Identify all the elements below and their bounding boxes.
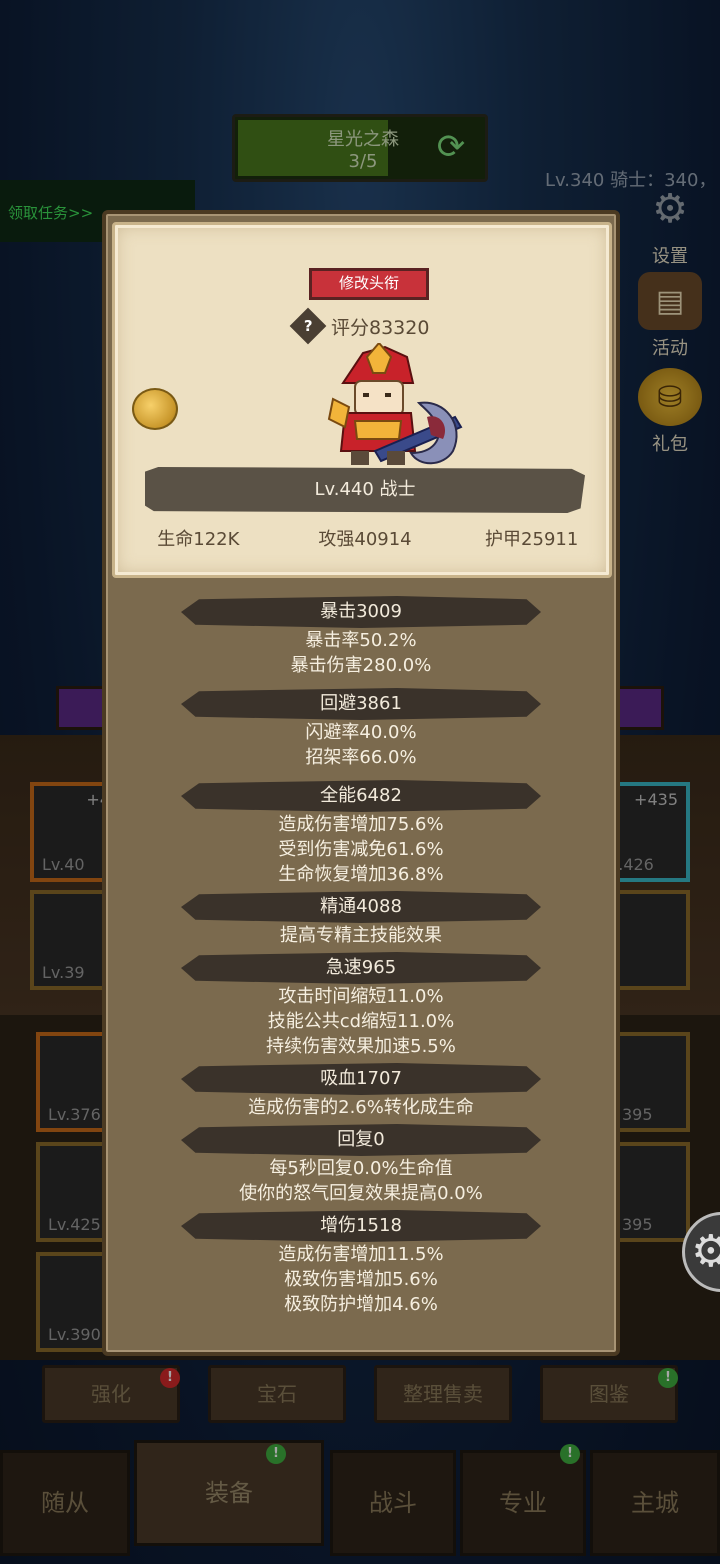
score-row: ? 评分83320 bbox=[289, 307, 430, 345]
score-text: 评分83320 bbox=[331, 316, 430, 339]
attr-dodge-header: 回避3861 bbox=[181, 688, 541, 720]
warrior-avatar bbox=[327, 343, 463, 465]
core-stats-row: 生命122K 攻强40914 护甲25911 bbox=[115, 525, 615, 551]
attr-line: 技能公共cd缩短11.0% bbox=[267, 1011, 455, 1032]
attr-mastery-header: 精通4088 bbox=[181, 891, 541, 923]
character-card: 修改头衔 ? 评分83320 Lv.440 战士 生命122K 攻强40914 … bbox=[112, 222, 612, 578]
attr-line: 生命恢复增加36.8% bbox=[278, 864, 444, 885]
gold-coin-icon bbox=[132, 388, 178, 430]
attr-line: 极致伤害增加5.6% bbox=[284, 1269, 438, 1290]
attr-line: 造成伤害增加11.5% bbox=[278, 1244, 444, 1265]
attr-line: 受到伤害减免61.6% bbox=[278, 839, 444, 860]
attr-versatility-header: 全能6482 bbox=[181, 780, 541, 812]
attr-line: 提高专精主技能效果 bbox=[280, 925, 442, 946]
attr-line: 造成伤害增加75.6% bbox=[278, 814, 444, 835]
help-icon[interactable]: ? bbox=[289, 307, 327, 345]
attr-line: 暴击率50.2% bbox=[305, 630, 417, 651]
attack-stat: 攻强40914 bbox=[318, 529, 412, 550]
attr-line: 招架率66.0% bbox=[305, 747, 417, 768]
character-stats-panel: 修改头衔 ? 评分83320 Lv.440 战士 生命122K 攻强40914 … bbox=[102, 210, 620, 1356]
hp-stat: 生命122K bbox=[157, 529, 240, 550]
help-glyph: ? bbox=[303, 316, 313, 335]
edit-title-button[interactable]: 修改头衔 bbox=[309, 268, 429, 300]
attribute-list: 暴击3009 暴击率50.2% 暴击伤害280.0% 回避3861 闪避率40.… bbox=[106, 596, 616, 1317]
attr-lifesteal-header: 吸血1707 bbox=[181, 1063, 541, 1095]
attr-line: 攻击时间缩短11.0% bbox=[278, 986, 444, 1007]
attr-line: 暴击伤害280.0% bbox=[290, 655, 432, 676]
attr-haste-header: 急速965 bbox=[181, 952, 541, 984]
attr-line: 闪避率40.0% bbox=[305, 722, 417, 743]
armor-stat: 护甲25911 bbox=[485, 529, 579, 550]
attr-crit-header: 暴击3009 bbox=[181, 596, 541, 628]
attr-line: 造成伤害的2.6%转化成生命 bbox=[248, 1097, 474, 1118]
attr-line: 使你的怒气回复效果提高0.0% bbox=[239, 1183, 483, 1204]
attr-damage-bonus-header: 增伤1518 bbox=[181, 1210, 541, 1242]
game-screen: 星光之森 3/5 ⟳ Lv.340 骑士：340， 领取任务>> ⚙ 设置 ▤ … bbox=[0, 0, 720, 1564]
attr-line: 持续伤害效果加速5.5% bbox=[266, 1036, 456, 1057]
attr-regen-header: 回复0 bbox=[181, 1124, 541, 1156]
level-class-banner: Lv.440 战士 bbox=[145, 467, 585, 513]
attr-line: 每5秒回复0.0%生命值 bbox=[269, 1158, 453, 1179]
attr-line: 极致防护增加4.6% bbox=[284, 1294, 438, 1315]
